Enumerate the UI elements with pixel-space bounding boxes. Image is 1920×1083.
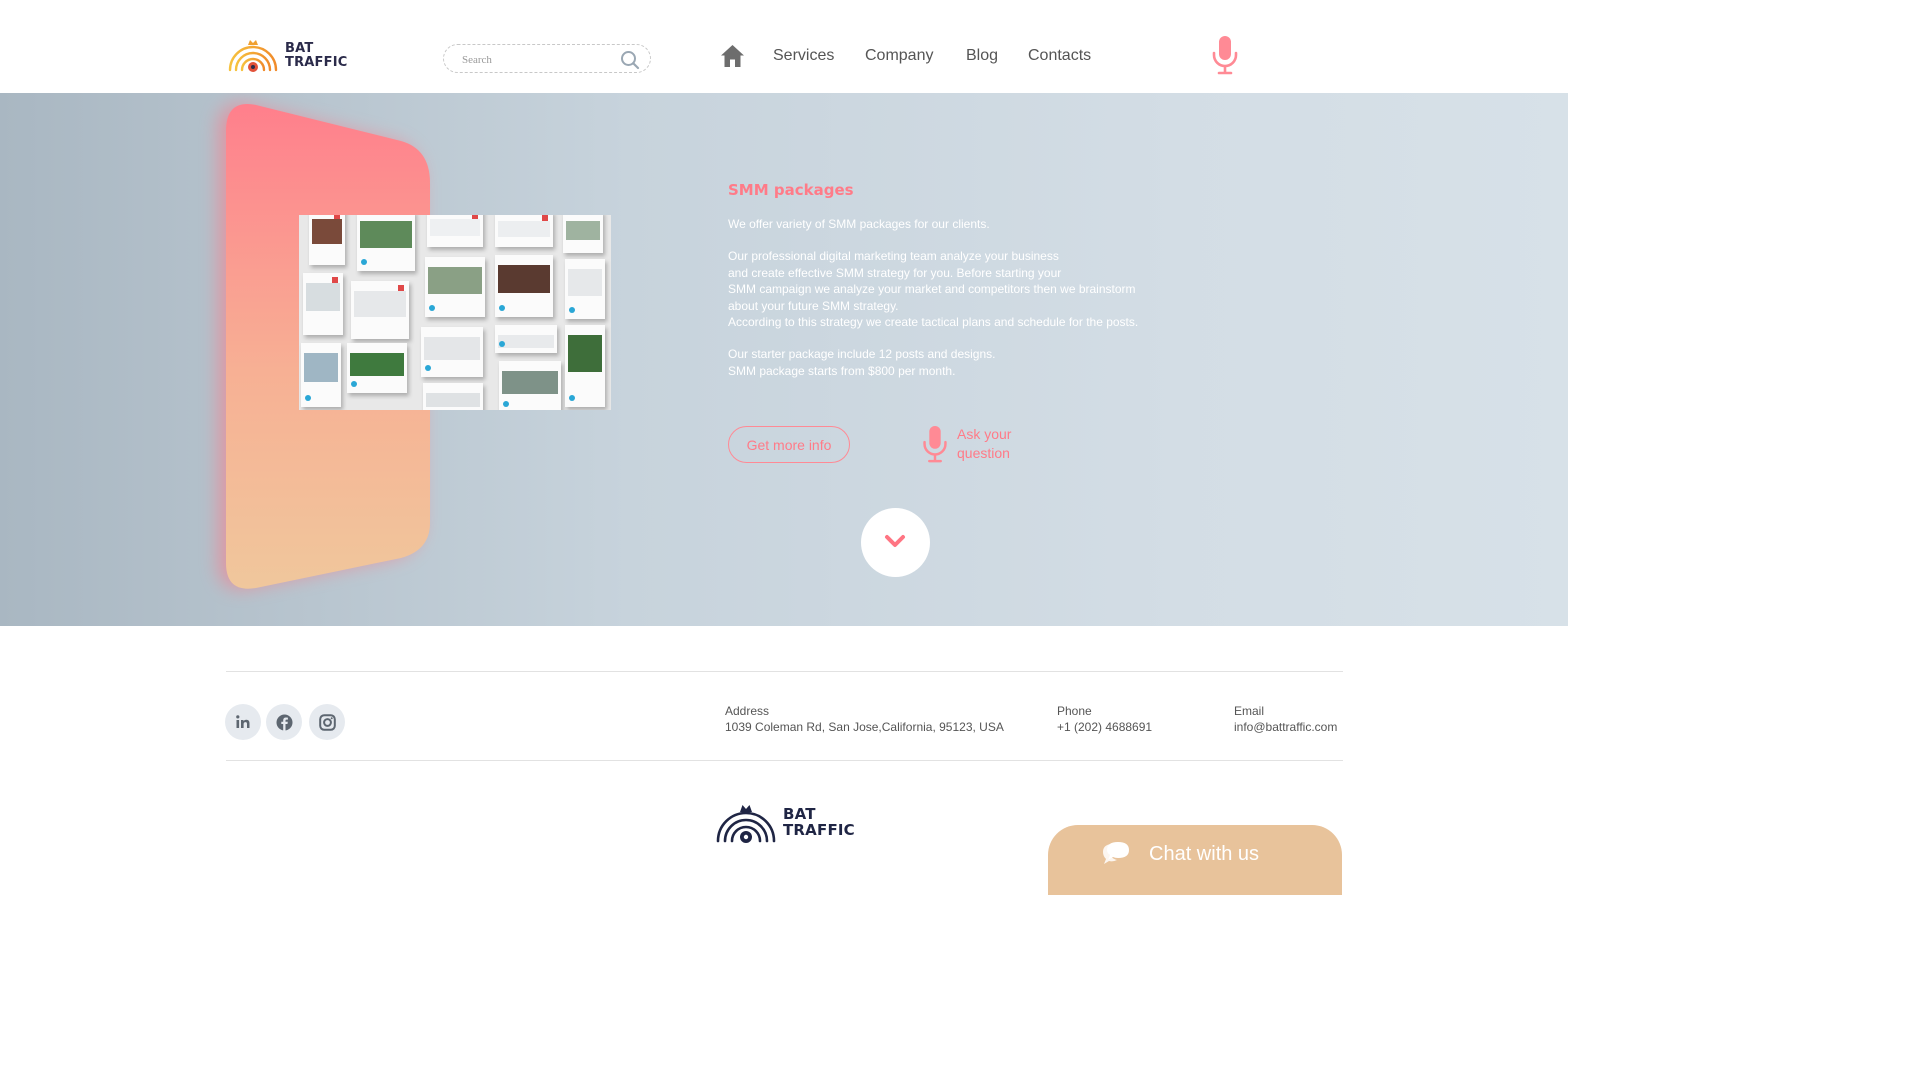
nav-services[interactable]: Services: [773, 47, 834, 65]
footer-divider-bottom: [226, 760, 1343, 761]
nav-blog[interactable]: Blog: [966, 47, 998, 65]
post-card: [495, 325, 557, 353]
chat-label: Chat with us: [1149, 843, 1260, 865]
post-card: [421, 327, 483, 377]
hero-description: We offer variety of SMM packages for our…: [728, 216, 1188, 395]
footer-divider-top: [226, 671, 1343, 672]
phone-label: Phone: [1057, 704, 1092, 718]
search-box: [443, 44, 651, 73]
phone-link[interactable]: +1 (202) 4688691: [1057, 720, 1152, 734]
post-card: [499, 361, 561, 410]
bat-logo-icon: [228, 40, 278, 72]
facebook-button[interactable]: [266, 704, 302, 740]
chevron-down-icon: [885, 535, 905, 547]
hero-section: SMM packages We offer variety of SMM pac…: [0, 93, 1568, 626]
hero-paragraph-2: Our professional digital marketing team …: [728, 249, 1139, 330]
post-card: [565, 259, 605, 319]
instagram-button[interactable]: [309, 704, 345, 740]
bat-logo-icon: [716, 805, 776, 843]
address-value: 1039 Coleman Rd, San Jose,California, 95…: [725, 720, 1004, 734]
nav-company[interactable]: Company: [865, 47, 933, 65]
post-card: [495, 255, 553, 317]
ask-question-label: Ask your question: [957, 426, 1012, 461]
chat-bubbles-icon: [1103, 842, 1129, 864]
social-posts-mockup: [299, 215, 611, 410]
hero-paragraph-3: Our starter package include 12 posts and…: [728, 347, 996, 378]
get-more-info-button[interactable]: Get more info: [728, 426, 850, 463]
ask-question-button[interactable]: Ask your question: [921, 425, 1027, 463]
post-card: [347, 343, 407, 393]
microphone-icon[interactable]: [1211, 35, 1239, 75]
footer-brand-line-1: BAT: [783, 805, 816, 823]
linkedin-button[interactable]: [225, 704, 261, 740]
instagram-icon: [318, 713, 336, 731]
microphone-icon: [923, 425, 947, 463]
post-card: [425, 257, 485, 317]
home-icon[interactable]: [720, 44, 745, 68]
post-card: [301, 343, 341, 407]
post-card: [563, 215, 603, 253]
footer-brand-line-2: TRAFFIC: [783, 821, 855, 839]
brand-line-1: BAT: [285, 41, 314, 56]
scroll-down-button[interactable]: [861, 508, 930, 577]
brand-line-2: TRAFFIC: [285, 55, 348, 70]
brand-name: BAT TRAFFIC: [285, 42, 347, 70]
post-card: [427, 215, 483, 247]
hero-paragraph-1: We offer variety of SMM packages for our…: [728, 217, 990, 231]
footer-brand-logo[interactable]: BAT TRAFFIC: [714, 801, 855, 843]
linkedin-icon: [236, 715, 250, 728]
site-header: BAT TRAFFIC Services Company Blog Contac…: [0, 0, 1568, 93]
brand-logo[interactable]: BAT TRAFFIC: [226, 38, 347, 74]
chat-widget-button[interactable]: Chat with us: [1048, 825, 1342, 895]
post-card: [309, 215, 345, 265]
post-card: [423, 383, 483, 410]
post-card: [357, 215, 415, 271]
search-icon[interactable]: [620, 50, 640, 70]
facebook-icon: [276, 714, 292, 730]
nav-contacts[interactable]: Contacts: [1028, 47, 1091, 65]
post-card: [351, 281, 409, 339]
search-input[interactable]: [460, 50, 614, 70]
email-label: Email: [1234, 704, 1265, 718]
email-link[interactable]: info@battraffic.com: [1234, 720, 1337, 734]
post-card: [495, 215, 553, 247]
footer-brand-name: BAT TRAFFIC: [783, 806, 855, 838]
post-card: [565, 325, 605, 407]
address-label: Address: [725, 704, 770, 718]
hero-title: SMM packages: [728, 181, 854, 200]
post-card: [303, 273, 343, 335]
